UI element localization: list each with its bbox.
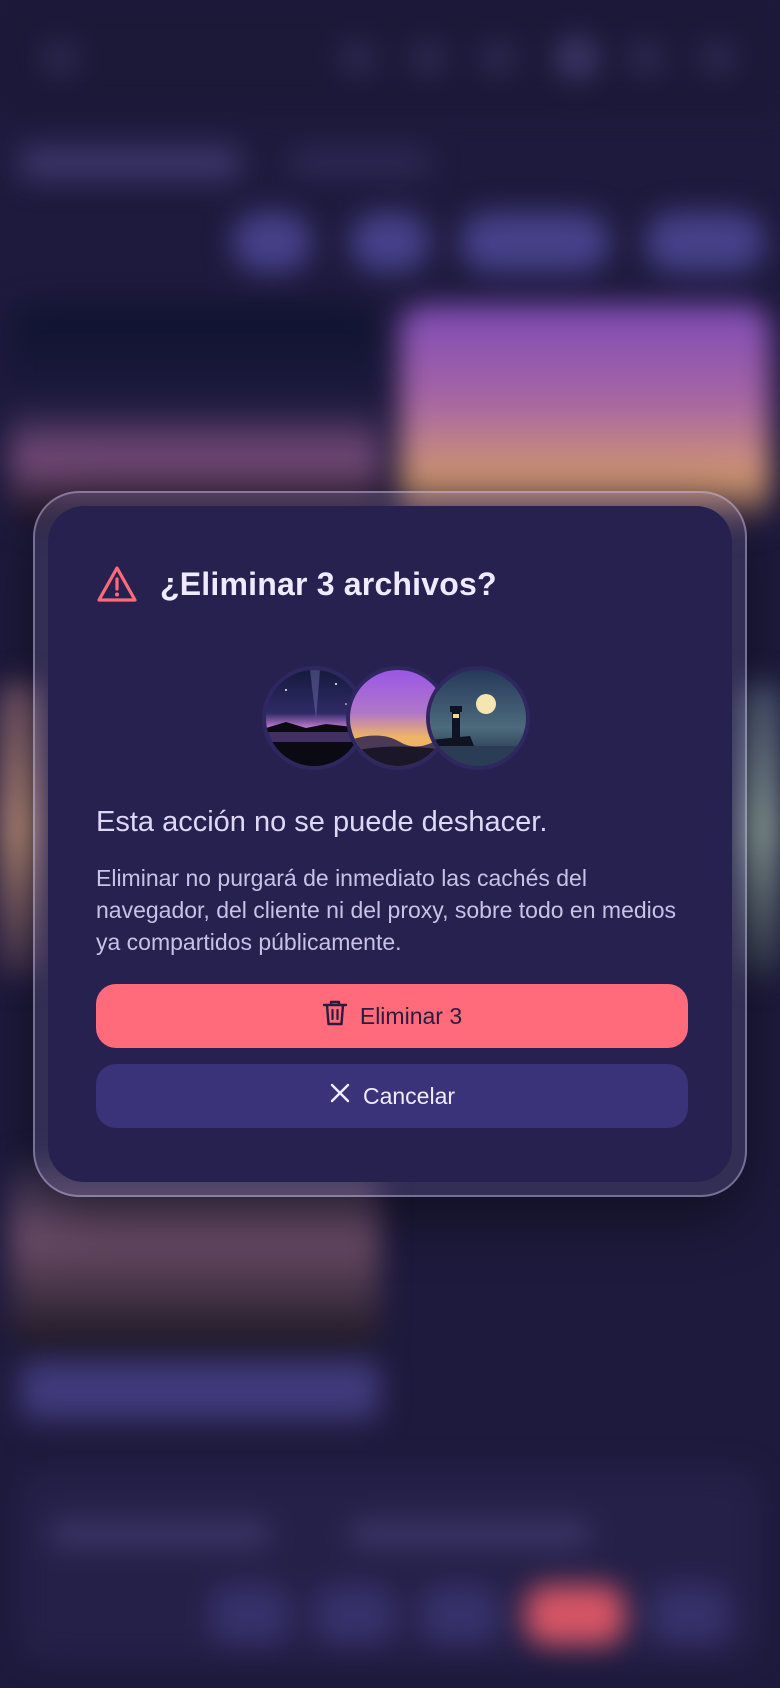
dialog-warning-heading: Esta acción no se puede deshacer. [96,806,548,838]
warning-icon [96,564,138,604]
background-action-button [315,1585,395,1645]
trash-icon [322,999,348,1033]
background-icon [410,40,446,76]
background-delete-button [525,1585,625,1645]
background-filter-chip [460,212,610,272]
dialog-description: Eliminar no purgará de inmediato las cac… [96,865,677,955]
background-filter-chip [232,212,312,272]
background-avatar [555,36,599,80]
background-text-line [350,1520,590,1548]
background-subtitle [290,150,430,174]
selected-files-thumbnails [262,666,530,770]
delete-confirmation-dialog: ¿Eliminar 3 archivos? Esta acción no se … [48,506,732,1182]
background-icon [628,40,664,76]
background-icon [480,40,516,76]
confirm-delete-button[interactable]: Eliminar 3 [96,984,688,1048]
background-page-title [20,146,240,180]
cancel-label: Cancelar [362,1082,456,1109]
background-text-line [50,1520,270,1548]
background-menu-icon [42,40,78,76]
background-action-button [420,1585,500,1645]
lighthouse-moon-thumbnail [426,666,530,770]
background-selection-bar [20,1360,380,1420]
background-action-button [650,1585,730,1645]
background-icon [340,40,376,76]
background-action-button [210,1585,290,1645]
background-filter-chip [350,212,430,272]
confirm-delete-label: Eliminar 3 [359,1002,463,1029]
dialog-header: ¿Eliminar 3 archivos? [96,564,497,604]
background-filter-chip [645,212,765,272]
close-icon [329,1082,351,1110]
background-icon [700,40,736,76]
dialog-title: ¿Eliminar 3 archivos? [160,565,497,602]
delete-dialog-frame: ¿Eliminar 3 archivos? Esta acción no se … [33,491,747,1197]
cancel-button[interactable]: Cancelar [96,1064,688,1128]
